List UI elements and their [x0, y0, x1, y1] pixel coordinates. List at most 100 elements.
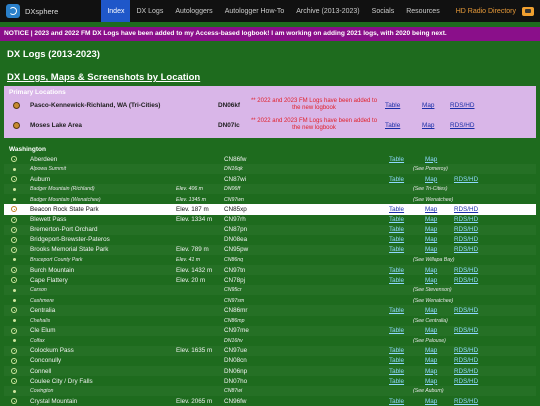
map-link[interactable]: Map — [425, 176, 437, 183]
see-reference: (See Pomeroy) — [413, 166, 448, 173]
location-row: Bridgeport-Brewster-Pateros DN08ea Table Ma… — [4, 235, 536, 245]
map-link[interactable]: Map — [422, 122, 434, 129]
rds-hd-link[interactable]: RDS/HD — [454, 267, 478, 274]
rds-hd-link[interactable]: RDS/HD — [454, 307, 478, 314]
nav-item-autologgers[interactable]: Autologgers — [169, 0, 218, 22]
table-link[interactable]: Table — [389, 307, 404, 314]
grid-square: DN06kf — [218, 102, 241, 109]
table-link[interactable]: Table — [389, 277, 404, 284]
location-name: Blewett Pass — [30, 216, 67, 224]
see-reference: (See Stevenson) — [413, 287, 452, 294]
rds-hd-link[interactable]: RDS/HD — [454, 398, 478, 405]
rds-hd-link[interactable]: RDS/HD — [454, 236, 478, 243]
map-link[interactable]: Map — [425, 398, 437, 405]
location-name: Cashmere — [30, 297, 54, 304]
table-link[interactable]: Table — [389, 246, 404, 253]
location-name: Colockum Pass — [30, 347, 74, 355]
location-marker-icon — [11, 226, 17, 233]
nav-item-socials[interactable]: Socials — [366, 0, 401, 22]
rds-hd-link[interactable]: RDS/HD — [454, 347, 478, 354]
map-link[interactable]: Map — [425, 277, 437, 284]
location-row: Aberdeen CN86fw Table Map — [4, 154, 536, 164]
radio-icon — [522, 6, 534, 16]
location-marker-icon — [11, 307, 17, 314]
table-link[interactable]: Table — [385, 102, 400, 109]
nav-item-resources[interactable]: Resources — [400, 0, 445, 22]
rds-hd-link[interactable]: RDS/HD — [454, 277, 478, 284]
washington-location-list: Aberdeen CN86fw Table Map Alpowa Summit DN16q… — [4, 154, 536, 406]
grid-square: CN86nq — [224, 257, 244, 264]
see-reference: (See Wenatchee) — [413, 196, 454, 203]
table-link[interactable]: Table — [389, 398, 404, 405]
rds-hd-link[interactable]: RDS/HD — [450, 122, 475, 129]
table-link[interactable]: Table — [389, 327, 404, 334]
grid-square: DN08ea — [224, 236, 248, 244]
map-link[interactable]: Map — [425, 216, 437, 223]
rds-hd-link[interactable]: RDS/HD — [454, 216, 478, 223]
rds-hd-link[interactable]: RDS/HD — [450, 102, 475, 109]
location-name: Bridgeport-Brewster-Pateros — [30, 236, 110, 244]
grid-square: CN97me — [224, 327, 249, 335]
location-marker-icon — [11, 398, 17, 405]
location-row: Alpowa Summit DN16qk (See Pomeroy) — [4, 164, 536, 175]
table-link[interactable]: Table — [389, 378, 404, 385]
nav-item-autologger-how-to[interactable]: Autologger How-To — [219, 0, 291, 22]
table-link[interactable]: Table — [389, 236, 404, 243]
notice-banner: NOTICE | 2023 and 2022 FM DX Logs have b… — [0, 27, 540, 41]
table-link[interactable]: Table — [389, 347, 404, 354]
table-link[interactable]: Table — [389, 176, 404, 183]
map-link[interactable]: Map — [425, 357, 437, 364]
grid-square: CN87pn — [224, 226, 248, 234]
nav-menu: Index DX Logs Autologgers Autologger How-To… — [101, 0, 445, 22]
rds-hd-link[interactable]: RDS/HD — [454, 246, 478, 253]
location-row: Covington CN87wi (See Auburn) — [4, 386, 536, 397]
table-link[interactable]: Table — [389, 226, 404, 233]
map-link[interactable]: Map — [425, 246, 437, 253]
table-link[interactable]: Table — [389, 267, 404, 274]
map-link[interactable]: Map — [425, 347, 437, 354]
update-note: ** 2022 and 2023 FM Logs have been added… — [250, 118, 378, 131]
map-link[interactable]: Map — [425, 327, 437, 334]
location-marker-icon — [11, 246, 17, 253]
map-link[interactable]: Map — [425, 206, 437, 213]
bullet-icon — [12, 319, 16, 322]
location-row: Cle Elum CN97me Table Map RDS/HD — [4, 325, 536, 336]
rds-hd-link[interactable]: RDS/HD — [454, 176, 478, 183]
grid-square: CN85xp — [224, 206, 247, 214]
grid-square: CN86mp — [224, 317, 245, 324]
nav-item-hd-radio-directory[interactable]: HD Radio Directory — [450, 0, 540, 22]
rds-hd-link[interactable]: RDS/HD — [454, 378, 478, 385]
map-link[interactable]: Map — [422, 102, 434, 109]
map-link[interactable]: Map — [425, 226, 437, 233]
map-link[interactable]: Map — [425, 368, 437, 375]
table-link[interactable]: Table — [389, 357, 404, 364]
location-row: Colfax DN16hv (See Palouse) — [4, 336, 536, 346]
map-link[interactable]: Map — [425, 236, 437, 243]
see-reference: (See Wenatchee) — [413, 297, 454, 304]
map-link[interactable]: Map — [425, 267, 437, 274]
brand[interactable]: DXsphere — [0, 0, 101, 22]
table-link[interactable]: Table — [389, 216, 404, 223]
rds-hd-link[interactable]: RDS/HD — [454, 368, 478, 375]
rds-hd-link[interactable]: RDS/HD — [454, 357, 478, 364]
rds-hd-link[interactable]: RDS/HD — [454, 206, 478, 213]
rds-hd-link[interactable]: RDS/HD — [454, 327, 478, 334]
grid-square: DN16hv — [224, 337, 243, 344]
nav-item-dx-logs[interactable]: DX Logs — [130, 0, 169, 22]
grid-square: DN16qk — [224, 166, 243, 173]
table-link[interactable]: Table — [389, 206, 404, 213]
map-link[interactable]: Map — [425, 156, 437, 163]
primary-locations-heading: Primary Locations — [9, 89, 66, 96]
table-link[interactable]: Table — [389, 368, 404, 375]
map-link[interactable]: Map — [425, 378, 437, 385]
nav-item-archive-2013-2023[interactable]: Archive (2013-2023) — [290, 0, 365, 22]
grid-square: DN06ff — [224, 186, 241, 193]
map-link[interactable]: Map — [425, 307, 437, 314]
table-link[interactable]: Table — [385, 122, 400, 129]
see-reference: (See Willapa Bay) — [413, 257, 455, 264]
grid-square: CN86mr — [224, 307, 248, 314]
location-name: Connell — [30, 367, 52, 375]
rds-hd-link[interactable]: RDS/HD — [454, 226, 478, 233]
table-link[interactable]: Table — [389, 156, 404, 163]
nav-item-index[interactable]: Index — [101, 0, 131, 22]
